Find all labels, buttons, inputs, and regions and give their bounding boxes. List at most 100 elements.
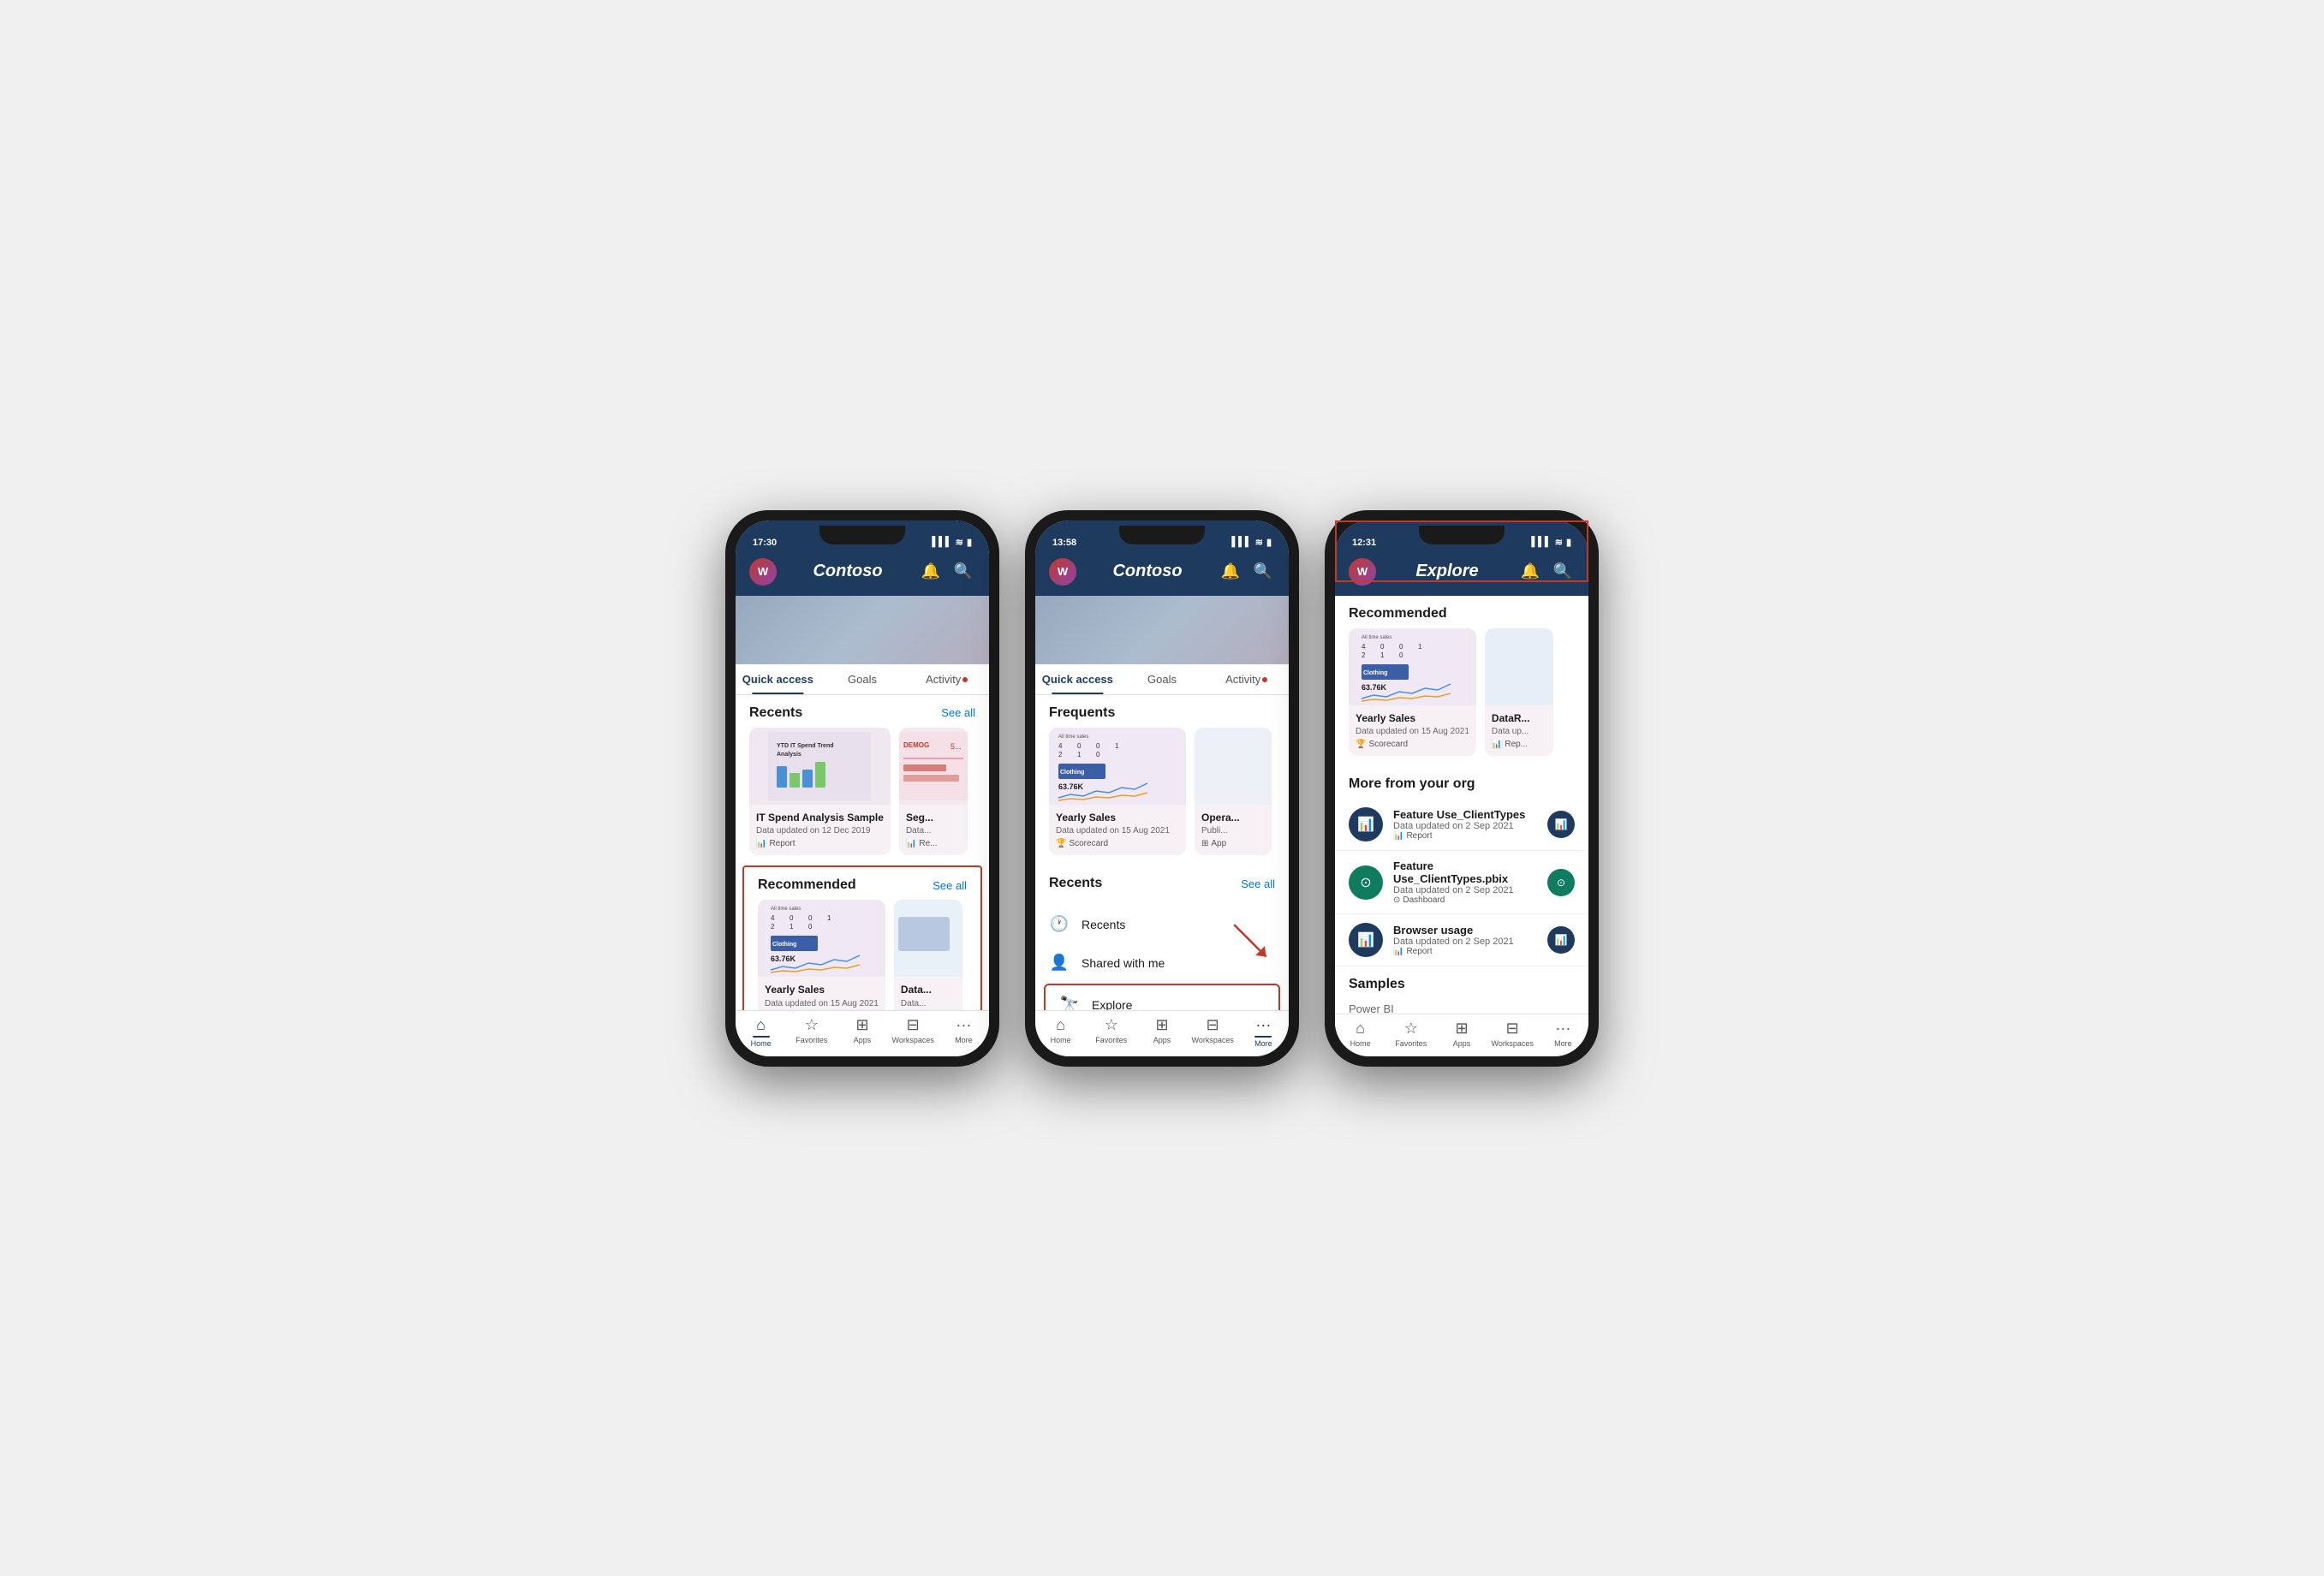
see-all-recents-2[interactable]: See all bbox=[1241, 877, 1275, 890]
bottom-nav-3: ⌂ Home ☆ Favorites ⊞ Apps ⊟ Workspaces bbox=[1335, 1014, 1588, 1056]
recent-card-2[interactable]: DEMOG 5... Seg... Data... 📊 bbox=[899, 728, 968, 856]
search-icon-1[interactable]: 🔍 bbox=[951, 562, 975, 580]
phone-3: 12:31 ▌▌▌ ≋ ▮ W Explore 🔔 🔍 bbox=[1325, 510, 1599, 1067]
card-type-1: 📊 Report bbox=[756, 839, 884, 848]
nav-apps-2[interactable]: ⊞ Apps bbox=[1136, 1016, 1187, 1048]
nav-workspaces-2[interactable]: ⊟ Workspaces bbox=[1188, 1016, 1238, 1048]
svg-text:63.76K: 63.76K bbox=[1058, 782, 1084, 791]
signal-icon-2: ▌▌▌ bbox=[1231, 537, 1251, 547]
org-icon-1b: 📊 bbox=[1547, 811, 1575, 838]
yearly-sales-chart: All time sales 40 01 21 0 Clothing bbox=[766, 900, 877, 977]
content-3: Recommended All time sales 40 01 bbox=[1335, 596, 1588, 1014]
see-all-recommended-1[interactable]: See all bbox=[933, 879, 967, 892]
battery-icon-2: ▮ bbox=[1266, 537, 1272, 548]
menu-shared-label: Shared with me bbox=[1082, 956, 1165, 970]
menu-explore-2[interactable]: 🔭 Explore bbox=[1046, 985, 1278, 1009]
nav-apps-1[interactable]: ⊞ Apps bbox=[837, 1016, 887, 1048]
recommended-header-1: Recommended See all bbox=[744, 867, 980, 900]
svg-text:0: 0 bbox=[808, 914, 813, 922]
bell-icon-3[interactable]: 🔔 bbox=[1518, 562, 1542, 580]
svg-text:0: 0 bbox=[1077, 742, 1082, 750]
app-icon-2: ⊞ bbox=[1201, 839, 1208, 848]
rec-thumb-3-1: All time sales 40 01 21 0 Clothing bbox=[1349, 628, 1476, 705]
workspaces-icon-2: ⊟ bbox=[1207, 1016, 1219, 1034]
org-item-2[interactable]: ⊙ Feature Use_ClientTypes.pbix Data upda… bbox=[1335, 851, 1588, 914]
tab-activity-1[interactable]: Activity bbox=[904, 664, 989, 694]
search-icon-3[interactable]: 🔍 bbox=[1551, 562, 1575, 580]
status-icons-3: ▌▌▌ ≋ ▮ bbox=[1531, 537, 1571, 548]
avatar-3[interactable]: W bbox=[1349, 558, 1376, 586]
content-2: Frequents All time sales 40 01 21 bbox=[1035, 695, 1289, 1010]
svg-text:0: 0 bbox=[790, 914, 794, 922]
recents-header-1: Recents See all bbox=[736, 695, 989, 728]
nav-favorites-2[interactable]: ☆ Favorites bbox=[1086, 1016, 1136, 1048]
menu-recents-2[interactable]: 🕐 Recents bbox=[1035, 905, 1289, 943]
card-subtitle-1: Data updated on 12 Dec 2019 bbox=[756, 826, 884, 836]
nav-more-3[interactable]: ··· More bbox=[1538, 1020, 1588, 1048]
nav-underline-1 bbox=[753, 1036, 770, 1038]
avatar-1[interactable]: W bbox=[749, 558, 777, 586]
rec-card-thumb-2 bbox=[894, 900, 962, 977]
tab-activity-2[interactable]: Activity bbox=[1204, 664, 1289, 694]
nav-favorites-3[interactable]: ☆ Favorites bbox=[1385, 1020, 1436, 1048]
tab-quick-access-2[interactable]: Quick access bbox=[1035, 664, 1120, 694]
nav-more-1[interactable]: ··· More bbox=[939, 1016, 989, 1048]
svg-text:2: 2 bbox=[771, 923, 775, 931]
header-right-3: 🔔 🔍 bbox=[1518, 562, 1575, 580]
status-icons-2: ▌▌▌ ≋ ▮ bbox=[1231, 537, 1272, 548]
rec-card-3-1[interactable]: All time sales 40 01 21 0 Clothing bbox=[1349, 628, 1476, 757]
nav-home-1[interactable]: ⌂ Home bbox=[736, 1016, 786, 1048]
card-thumb-2: DEMOG 5... bbox=[899, 728, 968, 805]
nav-favorites-label-2: Favorites bbox=[1095, 1036, 1127, 1044]
chart-icon-2: ⊙ bbox=[1360, 874, 1371, 891]
org-item-1[interactable]: 📊 Feature Use_ClientTypes Data updated o… bbox=[1335, 799, 1588, 851]
nav-apps-3[interactable]: ⊞ Apps bbox=[1436, 1020, 1487, 1048]
time-1: 17:30 bbox=[753, 538, 777, 548]
tab-goals-1[interactable]: Goals bbox=[820, 664, 905, 694]
frequent-card-2[interactable]: Opera... Publi... ⊞ App bbox=[1195, 728, 1272, 856]
signal-icon-1: ▌▌▌ bbox=[932, 537, 951, 547]
bell-icon-1[interactable]: 🔔 bbox=[919, 562, 943, 580]
search-icon-2[interactable]: 🔍 bbox=[1251, 562, 1275, 580]
rec-subtitle-3-1: Data updated on 15 Aug 2021 bbox=[1356, 727, 1469, 736]
svg-text:63.76K: 63.76K bbox=[1362, 683, 1387, 692]
nav-more-2[interactable]: ··· More bbox=[1238, 1016, 1289, 1048]
nav-workspaces-label-1: Workspaces bbox=[892, 1036, 934, 1044]
nav-home-2[interactable]: ⌂ Home bbox=[1035, 1016, 1086, 1048]
org-item-3[interactable]: 📊 Browser usage Data updated on 2 Sep 20… bbox=[1335, 914, 1588, 966]
recommended-card-1[interactable]: All time sales 40 01 21 0 Clothing bbox=[758, 900, 885, 1009]
apps-icon-2: ⊞ bbox=[1155, 1016, 1168, 1034]
home-icon-3: ⌂ bbox=[1356, 1020, 1365, 1038]
nav-home-3[interactable]: ⌂ Home bbox=[1335, 1020, 1385, 1048]
menu-shared-2[interactable]: 👤 Shared with me bbox=[1035, 943, 1289, 982]
freq-body-1: Yearly Sales Data updated on 15 Aug 2021… bbox=[1049, 805, 1186, 856]
rec-card-3-2[interactable]: DataR... Data up... 📊 Rep... bbox=[1485, 628, 1553, 757]
nav-more-label-3: More bbox=[1554, 1039, 1572, 1048]
frequent-card-1[interactable]: All time sales 40 01 21 0 Clothing 63.76… bbox=[1049, 728, 1186, 856]
tab-quick-access-1[interactable]: Quick access bbox=[736, 664, 820, 694]
frequents-cards-2: All time sales 40 01 21 0 Clothing 63.76… bbox=[1035, 728, 1289, 866]
nav-workspaces-3[interactable]: ⊟ Workspaces bbox=[1487, 1020, 1538, 1048]
org-title-3: Browser usage bbox=[1393, 924, 1537, 937]
recent-card-1[interactable]: YTD IT Spend Trend Analysis IT Spend Ana… bbox=[749, 728, 891, 856]
nav-workspaces-1[interactable]: ⊟ Workspaces bbox=[888, 1016, 939, 1048]
avatar-2[interactable]: W bbox=[1049, 558, 1076, 586]
nav-favorites-1[interactable]: ☆ Favorites bbox=[786, 1016, 837, 1048]
rec-thumb-3-2 bbox=[1485, 628, 1553, 705]
svg-text:5...: 5... bbox=[950, 742, 962, 751]
freq-title-2: Opera... bbox=[1201, 812, 1265, 825]
tab-goals-2[interactable]: Goals bbox=[1120, 664, 1205, 694]
recommended-card-2[interactable]: Data... Data... 📊 Re... bbox=[894, 900, 962, 1009]
nav-apps-label-2: Apps bbox=[1153, 1036, 1171, 1044]
bell-icon-2[interactable]: 🔔 bbox=[1219, 562, 1242, 580]
recents-title-1: Recents bbox=[749, 705, 802, 721]
see-all-recents-1[interactable]: See all bbox=[941, 706, 975, 719]
time-2: 13:58 bbox=[1052, 538, 1076, 548]
svg-text:0: 0 bbox=[1096, 742, 1100, 750]
wifi-icon-2: ≋ bbox=[1255, 537, 1263, 548]
recommended-title-3: Recommended bbox=[1349, 606, 1447, 621]
recommended-cards-3: All time sales 40 01 21 0 Clothing bbox=[1335, 628, 1588, 767]
org-type-2: ⊙ Dashboard bbox=[1393, 895, 1537, 905]
clock-icon: 🕐 bbox=[1049, 915, 1070, 933]
screen-3: 12:31 ▌▌▌ ≋ ▮ W Explore 🔔 🔍 bbox=[1335, 520, 1588, 1056]
